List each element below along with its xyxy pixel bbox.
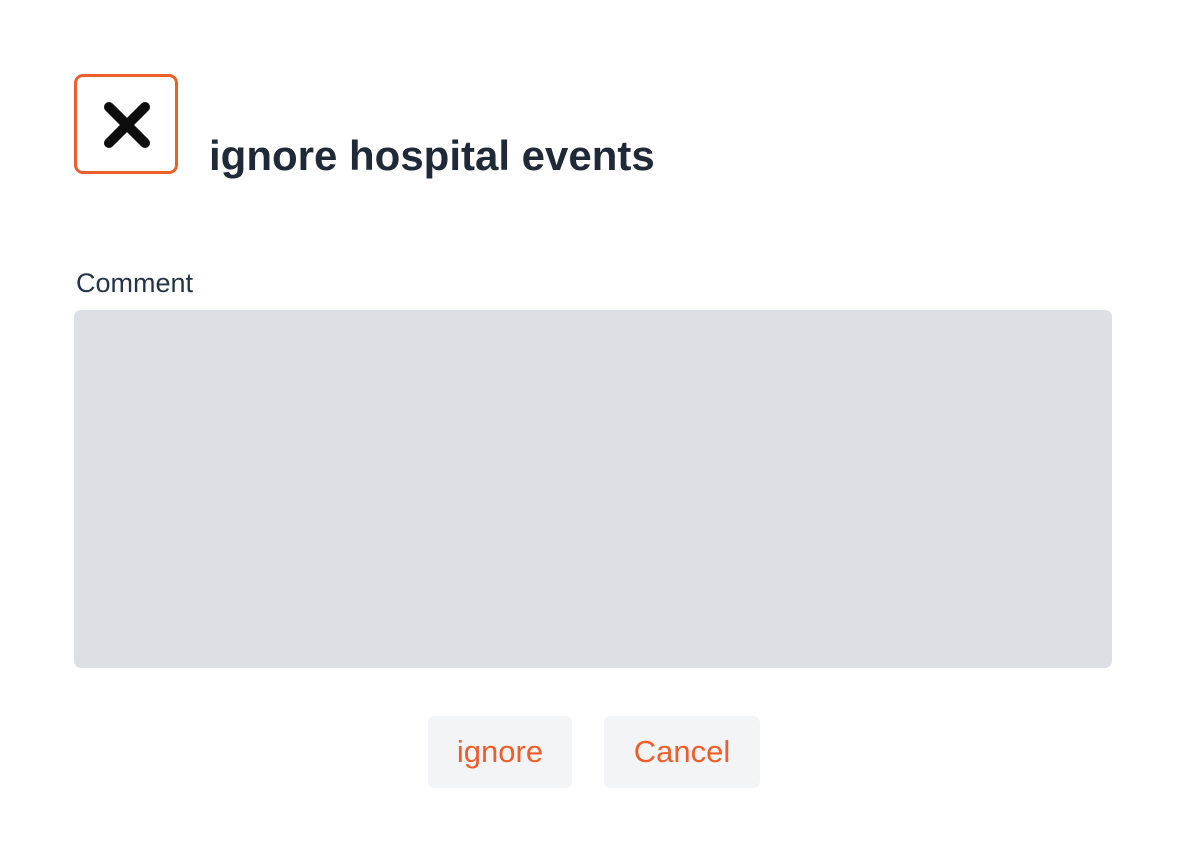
comment-label: Comment xyxy=(76,268,194,298)
x-mark-icon xyxy=(104,102,150,148)
ignore-events-dialog: ignore hospital events Comment ignore Ca… xyxy=(0,0,1186,868)
comment-textarea[interactable] xyxy=(74,310,1112,668)
dialog-title: ignore hospital events xyxy=(209,132,655,179)
close-x-icon xyxy=(74,74,178,174)
cancel-button[interactable]: Cancel xyxy=(604,716,760,788)
ignore-button[interactable]: ignore xyxy=(428,716,572,788)
